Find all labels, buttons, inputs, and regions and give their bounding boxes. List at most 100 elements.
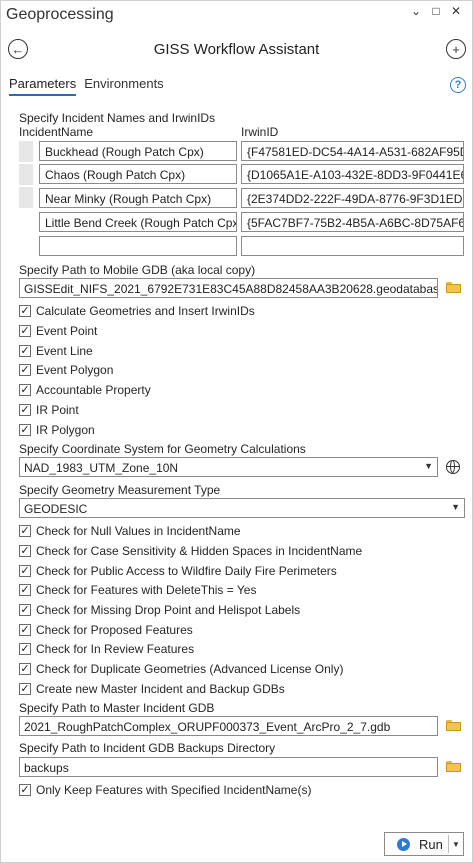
irwin-id-cell[interactable]: {2E374DD2-222F-49DA-8776-9F3D1EDD56 <box>241 188 464 208</box>
run-dropdown-chevron-icon[interactable]: ▼ <box>448 835 463 853</box>
checkbox-label: Create new Master Incident and Backup GD… <box>36 682 285 696</box>
row-header[interactable] <box>19 164 33 185</box>
master-gdb-browse-folder-icon[interactable] <box>446 720 461 731</box>
event-polygon-checkbox[interactable]: ✓ Event Polygon <box>19 362 113 378</box>
chevron-down-icon[interactable]: ▼ <box>451 502 460 512</box>
irwin-id-cell-empty[interactable] <box>241 236 464 256</box>
tab-environments[interactable]: Environments <box>84 76 163 96</box>
row-header[interactable] <box>19 141 33 162</box>
mobile-gdb-browse-folder-icon[interactable] <box>446 282 461 293</box>
mobile-gdb-input[interactable]: GISSEdit_NIFS_2021_6792E731E83C45A88D824… <box>19 278 438 298</box>
missing-labels-checkbox[interactable]: ✓ Check for Missing Drop Point and Helis… <box>19 602 300 618</box>
pane-title-bar: Geoprocessing ⌄ □ ✕ <box>0 0 471 32</box>
checkbox-box[interactable]: ✓ <box>19 305 31 317</box>
checkbox-label: Check for Features with DeleteThis = Yes <box>36 583 257 597</box>
measurement-type-label: Specify Geometry Measurement Type <box>19 483 221 497</box>
run-label: Run <box>419 836 443 852</box>
checkbox-box[interactable]: ✓ <box>19 584 31 596</box>
checkbox-box[interactable]: ✓ <box>19 604 31 616</box>
tab-bar: Parameters Environments <box>9 76 164 96</box>
irwin-id-column-header: IrwinID <box>241 125 279 139</box>
coord-system-label: Specify Coordinate System for Geometry C… <box>19 442 306 456</box>
checkbox-box[interactable]: ✓ <box>19 545 31 557</box>
incident-name-cell-empty[interactable] <box>39 236 237 256</box>
checkbox-label: Check for In Review Features <box>36 642 195 656</box>
checkbox-label: IR Polygon <box>36 423 95 437</box>
delete-this-checkbox[interactable]: ✓ Check for Features with DeleteThis = Y… <box>19 582 256 598</box>
master-gdb-label: Specify Path to Master Incident GDB <box>19 701 215 715</box>
checkbox-label: Check for Proposed Features <box>36 623 193 637</box>
checkbox-label: Check for Null Values in IncidentName <box>36 524 241 538</box>
coord-system-select[interactable]: NAD_1983_UTM_Zone_10N ▼ <box>19 457 438 477</box>
backups-input[interactable]: backups <box>19 757 438 777</box>
irwin-id-cell[interactable]: {D1065A1E-A103-432E-8DD3-9F0441E632 <box>241 164 464 184</box>
event-line-checkbox[interactable]: ✓ Event Line <box>19 343 93 359</box>
checkbox-box[interactable]: ✓ <box>19 565 31 577</box>
null-values-checkbox[interactable]: ✓ Check for Null Values in IncidentName <box>19 523 241 539</box>
checkbox-box[interactable]: ✓ <box>19 325 31 337</box>
measurement-type-select[interactable]: GEODESIC ▼ <box>19 498 465 518</box>
checkbox-label: Event Point <box>36 324 98 338</box>
incident-name-cell[interactable]: Chaos (Rough Patch Cpx) <box>39 164 237 184</box>
mobile-gdb-label: Specify Path to Mobile GDB (aka local co… <box>19 263 256 277</box>
event-point-checkbox[interactable]: ✓ Event Point <box>19 323 97 339</box>
case-sensitivity-checkbox[interactable]: ✓ Check for Case Sensitivity & Hidden Sp… <box>19 543 362 559</box>
incidents-label: Specify Incident Names and IrwinIDs <box>19 111 216 125</box>
checkbox-label: Check for Public Access to Wildfire Dail… <box>36 564 337 578</box>
master-gdb-input[interactable]: 2021_RoughPatchComplex_ORUPF000373_Event… <box>19 716 438 736</box>
add-button[interactable]: + <box>446 39 466 59</box>
incident-name-cell[interactable]: Little Bend Creek (Rough Patch Cpx) <box>39 212 237 232</box>
row-header[interactable] <box>19 187 33 208</box>
ir-point-checkbox[interactable]: ✓ IR Point <box>19 402 79 418</box>
checkbox-label: Event Line <box>36 344 93 358</box>
coord-system-value: NAD_1983_UTM_Zone_10N <box>24 461 179 475</box>
tab-parameters[interactable]: Parameters <box>9 76 77 96</box>
backups-browse-folder-icon[interactable] <box>446 761 461 772</box>
duplicate-geometries-checkbox[interactable]: ✓ Check for Duplicate Geometries (Advanc… <box>19 661 343 677</box>
checkbox-box[interactable]: ✓ <box>19 643 31 655</box>
pane-close-icon[interactable]: ✕ <box>449 4 463 18</box>
pane-title: Geoprocessing <box>6 6 114 23</box>
pane-options-icon[interactable]: ⌄ <box>409 4 423 18</box>
checkbox-box[interactable]: ✓ <box>19 624 31 636</box>
checkbox-label: Calculate Geometries and Insert IrwinIDs <box>36 304 255 318</box>
plus-icon: + <box>452 41 460 57</box>
globe-icon[interactable] <box>446 460 460 474</box>
only-keep-checkbox[interactable]: ✓ Only Keep Features with Specified Inci… <box>19 782 311 798</box>
checkbox-box[interactable]: ✓ <box>19 784 31 796</box>
checkbox-box[interactable]: ✓ <box>19 384 31 396</box>
create-master-gdb-checkbox[interactable]: ✓ Create new Master Incident and Backup … <box>19 681 285 697</box>
checkbox-box[interactable]: ✓ <box>19 663 31 675</box>
checkbox-label: Event Polygon <box>36 363 114 377</box>
run-button[interactable]: Run ▼ <box>384 832 464 856</box>
public-access-checkbox[interactable]: ✓ Check for Public Access to Wildfire Da… <box>19 563 337 579</box>
measurement-type-value: GEODESIC <box>24 502 88 516</box>
checkbox-box[interactable]: ✓ <box>19 364 31 376</box>
pane-window-controls: ⌄ □ ✕ <box>409 4 463 18</box>
pane-float-icon[interactable]: □ <box>429 4 443 18</box>
backups-label: Specify Path to Incident GDB Backups Dir… <box>19 741 276 755</box>
checkbox-label: Only Keep Features with Specified Incide… <box>36 783 312 797</box>
irwin-id-cell[interactable]: {F47581ED-DC54-4A14-A531-682AF95D2 <box>241 141 464 161</box>
irwin-id-cell[interactable]: {5FAC7BF7-75B2-4B5A-A6BC-8D75AF662 <box>241 212 464 232</box>
proposed-features-checkbox[interactable]: ✓ Check for Proposed Features <box>19 622 193 638</box>
ir-polygon-checkbox[interactable]: ✓ IR Polygon <box>19 422 95 438</box>
in-review-checkbox[interactable]: ✓ Check for In Review Features <box>19 641 194 657</box>
help-icon[interactable]: ? <box>450 77 466 93</box>
checkbox-label: Accountable Property <box>36 383 151 397</box>
checkbox-box[interactable]: ✓ <box>19 404 31 416</box>
tool-title: GISS Workflow Assistant <box>153 41 320 58</box>
incident-name-cell[interactable]: Buckhead (Rough Patch Cpx) <box>39 141 237 161</box>
incident-name-cell[interactable]: Near Minky (Rough Patch Cpx) <box>39 188 237 208</box>
checkbox-label: Check for Case Sensitivity & Hidden Spac… <box>36 544 363 558</box>
chevron-down-icon[interactable]: ▼ <box>424 461 433 471</box>
checkbox-label: Check for Missing Drop Point and Helispo… <box>36 603 301 617</box>
checkbox-box[interactable]: ✓ <box>19 683 31 695</box>
checkbox-label: IR Point <box>36 403 79 417</box>
checkbox-box[interactable]: ✓ <box>19 525 31 537</box>
checkbox-box[interactable]: ✓ <box>19 345 31 357</box>
calculate-geometries-checkbox[interactable]: ✓ Calculate Geometries and Insert IrwinI… <box>19 303 255 319</box>
accountable-property-checkbox[interactable]: ✓ Accountable Property <box>19 382 151 398</box>
incident-name-column-header: IncidentName <box>19 125 94 139</box>
checkbox-box[interactable]: ✓ <box>19 424 31 436</box>
